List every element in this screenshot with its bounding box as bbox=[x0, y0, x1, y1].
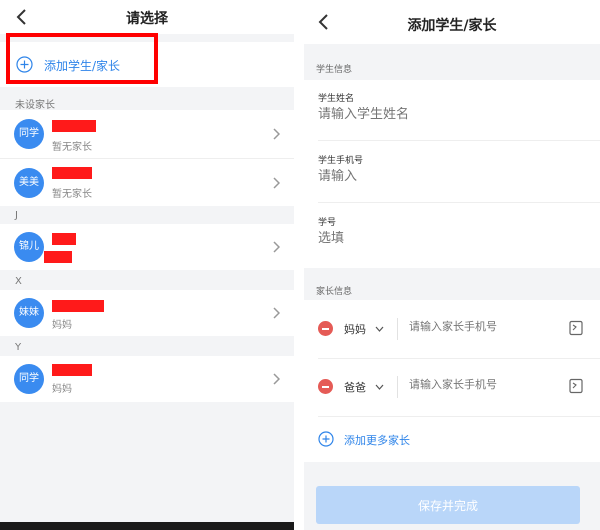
section-header: Y bbox=[15, 342, 22, 353]
highlight-box bbox=[6, 33, 158, 84]
student-id-label: 学号 bbox=[318, 218, 337, 228]
chevron-right-icon bbox=[273, 177, 280, 189]
student-list-item[interactable]: 同学 妈妈 bbox=[0, 356, 294, 402]
divider bbox=[397, 318, 398, 340]
save-and-finish-button[interactable]: 保存并完成 bbox=[316, 486, 580, 524]
chevron-down-icon bbox=[375, 384, 384, 390]
parent-relation: 妈妈 bbox=[52, 384, 72, 395]
add-nav-bar: 添加学生/家长 bbox=[304, 0, 600, 44]
page-title: 请选择 bbox=[126, 11, 168, 27]
parent-row: 妈妈 bbox=[304, 300, 600, 358]
student-list-item[interactable]: 美美 暂无家长 bbox=[0, 158, 294, 206]
add-student-screen: 添加学生/家长 学生信息 学生姓名 学生手机号 学号 家长信息 妈妈 爸爸 bbox=[304, 0, 600, 530]
divider bbox=[318, 140, 600, 141]
student-group: 同学 妈妈 bbox=[0, 356, 294, 402]
relation-select[interactable]: 爸爸 bbox=[344, 379, 366, 395]
contact-book-icon[interactable] bbox=[568, 320, 584, 336]
student-info-header: 学生信息 bbox=[316, 65, 353, 75]
student-group: 同学 暂无家长 美美 暂无家长 bbox=[0, 110, 294, 206]
add-more-parents-label: 添加更多家长 bbox=[344, 434, 410, 447]
plus-circle-icon bbox=[318, 431, 334, 447]
student-phone-input[interactable] bbox=[318, 169, 578, 184]
student-name-label: 学生姓名 bbox=[318, 94, 355, 104]
relation-select[interactable]: 妈妈 bbox=[344, 321, 366, 337]
chevron-down-icon bbox=[375, 326, 384, 332]
redacted-name bbox=[52, 120, 96, 132]
avatar: 同学 bbox=[14, 119, 44, 149]
remove-parent-icon[interactable] bbox=[318, 379, 333, 394]
contact-book-icon[interactable] bbox=[568, 378, 584, 394]
avatar: 美美 bbox=[14, 168, 44, 198]
chevron-right-icon bbox=[273, 128, 280, 140]
bottom-bar bbox=[0, 522, 294, 530]
redacted-subtitle bbox=[44, 251, 72, 263]
parent-status: 暂无家长 bbox=[52, 142, 92, 153]
parent-status: 暂无家长 bbox=[52, 189, 92, 200]
section-header: X bbox=[15, 276, 22, 287]
parent-info-header: 家长信息 bbox=[316, 287, 353, 297]
page-title: 添加学生/家长 bbox=[407, 18, 497, 34]
chevron-right-icon bbox=[273, 373, 280, 385]
student-list-item[interactable]: 妹妹 妈妈 bbox=[0, 290, 294, 336]
add-more-parents-button[interactable]: 添加更多家长 bbox=[304, 417, 600, 462]
redacted-name bbox=[52, 167, 92, 179]
divider bbox=[397, 376, 398, 398]
parent-phone-input[interactable] bbox=[409, 320, 549, 333]
student-list-item[interactable]: 锦儿 bbox=[0, 224, 294, 270]
student-phone-label: 学生手机号 bbox=[318, 156, 364, 166]
avatar: 妹妹 bbox=[14, 298, 44, 328]
parent-phone-input[interactable] bbox=[409, 378, 549, 391]
section-header: J bbox=[15, 210, 18, 221]
student-group: 锦儿 bbox=[0, 224, 294, 270]
student-name-input[interactable] bbox=[318, 107, 578, 122]
student-group: 妹妹 妈妈 bbox=[0, 290, 294, 336]
parent-row: 爸爸 bbox=[304, 358, 600, 416]
parent-relation: 妈妈 bbox=[52, 320, 72, 331]
chevron-right-icon bbox=[273, 241, 280, 253]
avatar: 锦儿 bbox=[14, 232, 44, 262]
parent-info-card: 妈妈 爸爸 添加更多家长 bbox=[304, 300, 600, 462]
student-id-input[interactable] bbox=[318, 231, 578, 246]
select-nav-bar: 请选择 bbox=[0, 0, 294, 34]
divider bbox=[318, 202, 600, 203]
redacted-name bbox=[52, 233, 76, 245]
section-header: 未设家长 bbox=[15, 100, 55, 111]
redacted-name bbox=[52, 300, 104, 312]
student-list-item[interactable]: 同学 暂无家长 bbox=[0, 110, 294, 158]
avatar: 同学 bbox=[14, 364, 44, 394]
redacted-name bbox=[52, 364, 92, 376]
select-student-screen: 请选择 添加学生/家长 未设家长 同学 暂无家长 美美 暂无家长 J 锦儿 X … bbox=[0, 0, 294, 530]
student-info-card: 学生姓名 学生手机号 学号 bbox=[304, 80, 600, 268]
chevron-right-icon bbox=[273, 307, 280, 319]
remove-parent-icon[interactable] bbox=[318, 321, 333, 336]
